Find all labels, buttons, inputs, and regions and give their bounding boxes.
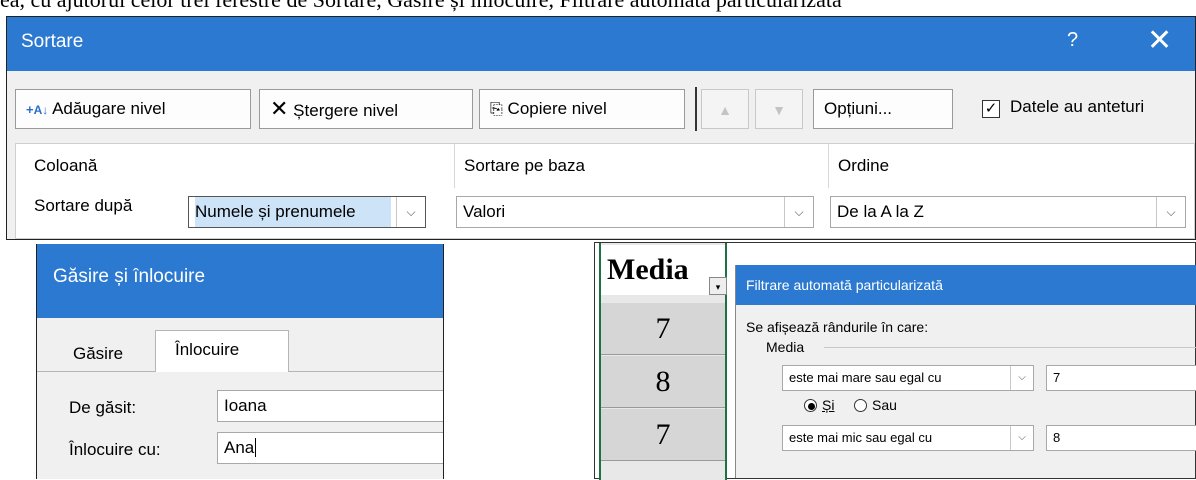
column-header-col: Coloană [34, 156, 98, 175]
sheet-column: Media ▾ 7 8 7 [599, 243, 727, 480]
find-what-value: Ioana [224, 396, 267, 415]
find-dialog-body: Găsire Înlocuire De găsit: Ioana Înlocui… [37, 318, 443, 479]
order-value: De la A la Z [837, 202, 924, 221]
tab-replace[interactable]: Înlocuire [175, 340, 239, 360]
triangle-up-icon: ▲ [718, 102, 732, 118]
find-replace-dialog: Găsire și înlocuire Găsire Înlocuire De … [36, 244, 444, 479]
condition1-value: 7 [1053, 370, 1061, 385]
column-header-order: Ordine [838, 156, 890, 175]
field-name-label: Media [766, 339, 805, 355]
sheet-cell: 8 [601, 356, 725, 408]
options-button[interactable]: Opțiuni... [813, 89, 953, 129]
sort-dialog: Sortare ? ✕ +A↓ Adăugare nivel ✕ Șterger… [6, 16, 1196, 240]
filter-screenshot: Media ▾ 7 8 7 Filtrare automată particul… [594, 242, 1196, 480]
sort-dialog-titlebar: Sortare ? ✕ [7, 17, 1195, 71]
close-button[interactable]: ✕ [1147, 23, 1172, 58]
sort-dialog-body: +A↓ Adăugare nivel ✕ Ștergere nivel ⎘ Co… [7, 71, 1195, 239]
sort-on-select[interactable]: Valori ⌵ [456, 196, 814, 228]
condition2-operator-select[interactable]: este mai mic sau egal cu ⌵ [782, 425, 1034, 451]
toolbar-separator [695, 87, 697, 131]
sort-by-label: Sortare după [34, 196, 133, 215]
autofilter-dropdown-icon[interactable]: ▾ [709, 277, 727, 295]
condition1-operator-value: este mai mare sau egal cu [789, 370, 942, 385]
find-dialog-title: Găsire și înlocuire [53, 266, 206, 287]
sort-add-icon: +A↓ [26, 102, 49, 117]
delete-level-button[interactable]: ✕ Ștergere nivel [259, 89, 473, 129]
chevron-down-icon[interactable]: ⌵ [1156, 197, 1185, 227]
filter-dialog-titlebar: Filtrare automată particularizată [736, 265, 1196, 305]
sheet-cell: 7 [601, 409, 725, 461]
and-label: Și [822, 397, 835, 413]
replace-with-input[interactable]: Ana [217, 432, 443, 464]
find-what-input[interactable]: Ioana [217, 390, 443, 422]
delete-level-label: Ștergere nivel [293, 101, 399, 120]
find-dialog-titlebar: Găsire și înlocuire [37, 244, 443, 318]
chevron-down-icon[interactable]: ⌵ [1010, 366, 1033, 390]
show-rows-label: Se afișează rândurile în care: [746, 319, 929, 335]
filter-dialog-title: Filtrare automată particularizată [746, 277, 943, 293]
copy-level-label: Copiere nivel [507, 99, 607, 118]
has-headers-label: Datele au anteturi [1010, 97, 1145, 116]
replace-with-value: Ana [224, 438, 255, 457]
condition2-value-input[interactable]: 8 [1046, 425, 1196, 451]
tab-find[interactable]: Găsire [73, 344, 123, 364]
custom-autofilter-dialog: Filtrare automată particularizată Se afi… [735, 265, 1196, 478]
triangle-down-icon: ▼ [772, 102, 786, 118]
move-down-button[interactable]: ▼ [755, 89, 803, 129]
find-what-label: De găsit: [69, 398, 137, 417]
or-radio[interactable] [854, 399, 867, 412]
help-button[interactable]: ? [1067, 29, 1078, 52]
copy-level-button[interactable]: ⎘ Copiere nivel [479, 89, 685, 129]
condition1-value-input[interactable]: 7 [1046, 365, 1196, 391]
order-select[interactable]: De la A la Z ⌵ [830, 196, 1186, 228]
sort-column-value: Numele și prenumele [195, 197, 391, 227]
add-level-label: Adăugare nivel [52, 99, 166, 118]
copy-icon: ⎘ [490, 101, 503, 118]
has-headers-checkbox[interactable]: ✓ [982, 100, 1000, 118]
sort-on-value: Valori [463, 202, 506, 221]
column-header-sort-on: Sortare pe baza [464, 156, 585, 175]
options-label: Opțiuni... [824, 99, 893, 118]
replace-with-label: Înlocuire cu: [69, 440, 161, 459]
condition2-value: 8 [1053, 430, 1061, 445]
sheet-cell: 7 [601, 303, 725, 355]
group-line [824, 347, 1196, 348]
add-level-button[interactable]: +A↓ Adăugare nivel [15, 89, 251, 129]
caption-text: ea, cu ajutorul celor trei ferestre de S… [0, 0, 1196, 12]
delete-x-icon: ✕ [270, 96, 289, 121]
sort-column-select[interactable]: Numele și prenumele ⌵ [188, 196, 426, 228]
sort-dialog-title: Sortare [21, 31, 84, 52]
condition1-operator-select[interactable]: este mai mare sau egal cu ⌵ [782, 365, 1034, 391]
sort-levels-grid: Coloană Sortare pe baza Ordine Sortare d… [15, 143, 1195, 239]
chevron-down-icon[interactable]: ⌵ [396, 197, 425, 227]
grid-divider [828, 144, 829, 188]
and-radio[interactable] [804, 399, 817, 412]
grid-divider [454, 144, 455, 188]
chevron-down-icon[interactable]: ⌵ [784, 197, 813, 227]
move-up-button[interactable]: ▲ [701, 89, 749, 129]
checkmark-icon: ✓ [984, 100, 998, 117]
condition2-operator-value: este mai mic sau egal cu [789, 430, 933, 445]
or-label: Sau [872, 397, 897, 413]
text-cursor [255, 438, 257, 457]
chevron-down-icon[interactable]: ⌵ [1010, 426, 1033, 450]
column-header-cell: Media [601, 245, 725, 295]
